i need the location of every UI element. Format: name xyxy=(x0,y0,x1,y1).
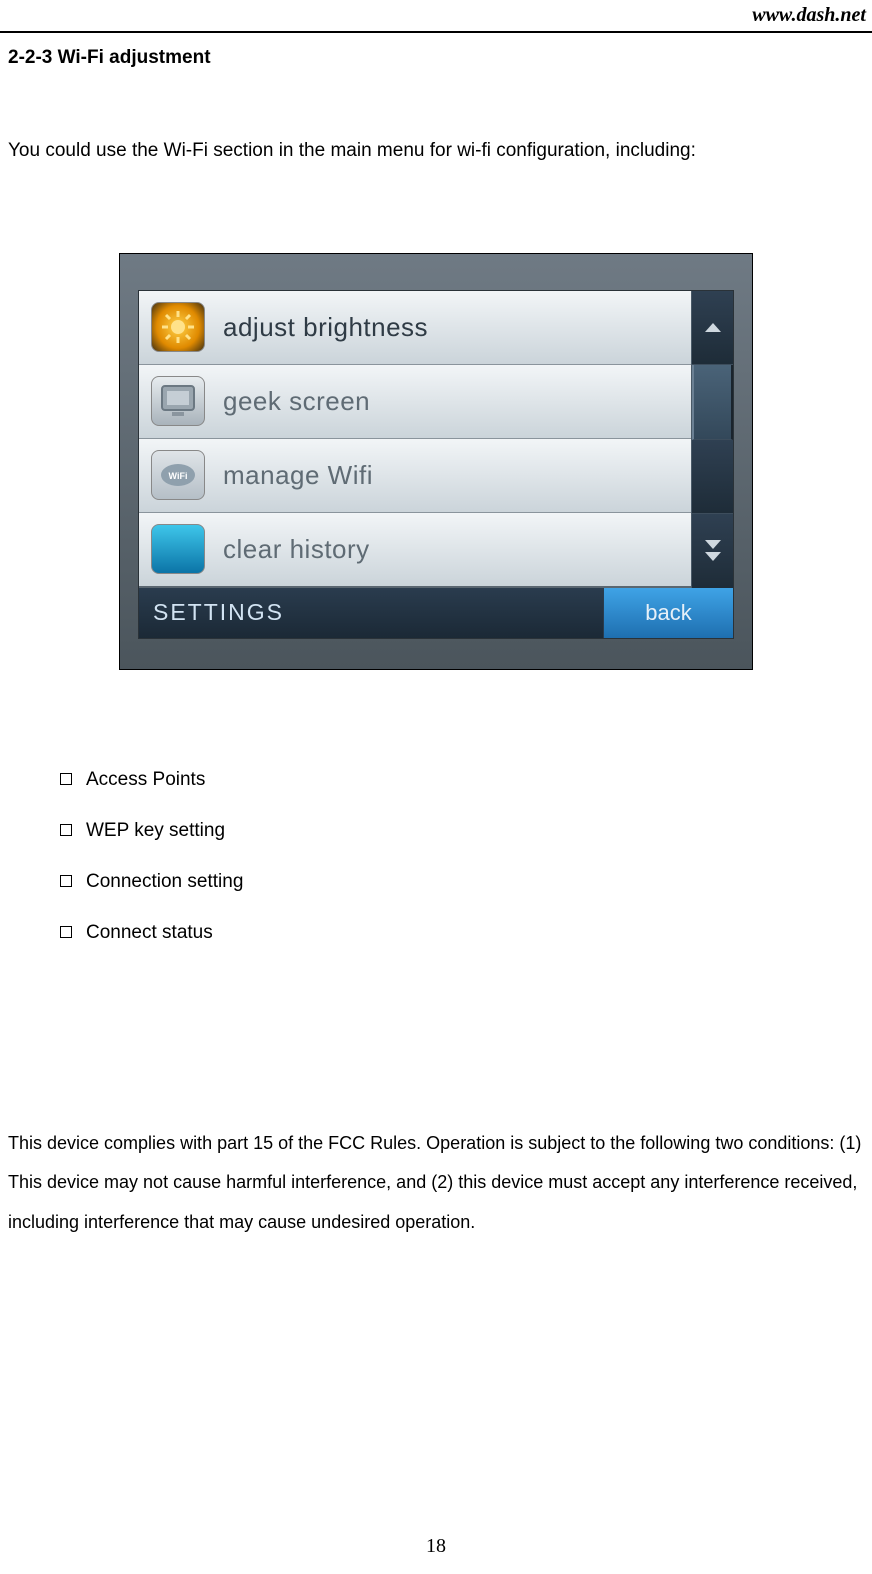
menu-label: clear history xyxy=(217,534,370,565)
document-page: www.dash.net 2-2-3 Wi-Fi adjustment You … xyxy=(0,0,872,1574)
history-icon xyxy=(151,524,205,574)
page-number: 18 xyxy=(0,1535,872,1558)
screen-footer: SETTINGS back xyxy=(139,588,733,638)
bullet-text: Connect status xyxy=(86,923,213,942)
menu-item-history[interactable]: clear history xyxy=(139,513,691,587)
menu-item-wifi[interactable]: WiFi manage Wifi xyxy=(139,439,691,513)
arrow-down-icon xyxy=(705,540,721,561)
icon-cell xyxy=(139,524,217,574)
svg-text:WiFi: WiFi xyxy=(169,471,188,481)
menu-label: adjust brightness xyxy=(217,312,428,343)
menu-label: manage Wifi xyxy=(217,460,373,491)
list-item: Access Points xyxy=(60,770,864,789)
intro-text: You could use the Wi-Fi section in the m… xyxy=(0,69,872,173)
icon-cell xyxy=(139,302,217,352)
bullet-list: Access Points WEP key setting Connection… xyxy=(0,670,872,942)
device-photo: adjust brightness geek screen xyxy=(119,253,753,670)
geek-icon xyxy=(151,376,205,426)
bullet-text: WEP key setting xyxy=(86,821,225,840)
list-item: Connection setting xyxy=(60,872,864,891)
fcc-notice: This device complies with part 15 of the… xyxy=(0,974,872,1243)
section-title: 2-2-3 Wi-Fi adjustment xyxy=(0,47,872,69)
sun-icon xyxy=(151,302,205,352)
list-item: WEP key setting xyxy=(60,821,864,840)
device-screen: adjust brightness geek screen xyxy=(138,290,734,639)
scroll-up-button[interactable] xyxy=(692,291,733,366)
list-item: Connect status xyxy=(60,923,864,942)
footer-title: SETTINGS xyxy=(139,588,603,638)
bullet-text: Access Points xyxy=(86,770,205,789)
bullet-text: Connection setting xyxy=(86,872,243,891)
menu-rows: adjust brightness geek screen xyxy=(139,291,691,588)
menu-item-geek[interactable]: geek screen xyxy=(139,365,691,439)
scroll-track xyxy=(692,440,733,515)
back-button[interactable]: back xyxy=(603,588,733,638)
checkbox-icon xyxy=(60,926,72,938)
icon-cell: WiFi xyxy=(139,450,217,500)
menu-label: geek screen xyxy=(217,386,370,417)
checkbox-icon xyxy=(60,875,72,887)
scroll-handle[interactable] xyxy=(692,365,733,440)
arrow-up-icon xyxy=(705,323,721,332)
menu-area: adjust brightness geek screen xyxy=(139,291,733,588)
scroll-down-button[interactable] xyxy=(692,514,733,588)
device-bezel: adjust brightness geek screen xyxy=(119,253,753,670)
wifi-icon: WiFi xyxy=(151,450,205,500)
header-divider xyxy=(0,31,872,33)
header-url: www.dash.net xyxy=(0,0,872,29)
checkbox-icon xyxy=(60,824,72,836)
menu-item-brightness[interactable]: adjust brightness xyxy=(139,291,691,365)
checkbox-icon xyxy=(60,773,72,785)
icon-cell xyxy=(139,376,217,426)
scrollbar[interactable] xyxy=(691,291,733,588)
